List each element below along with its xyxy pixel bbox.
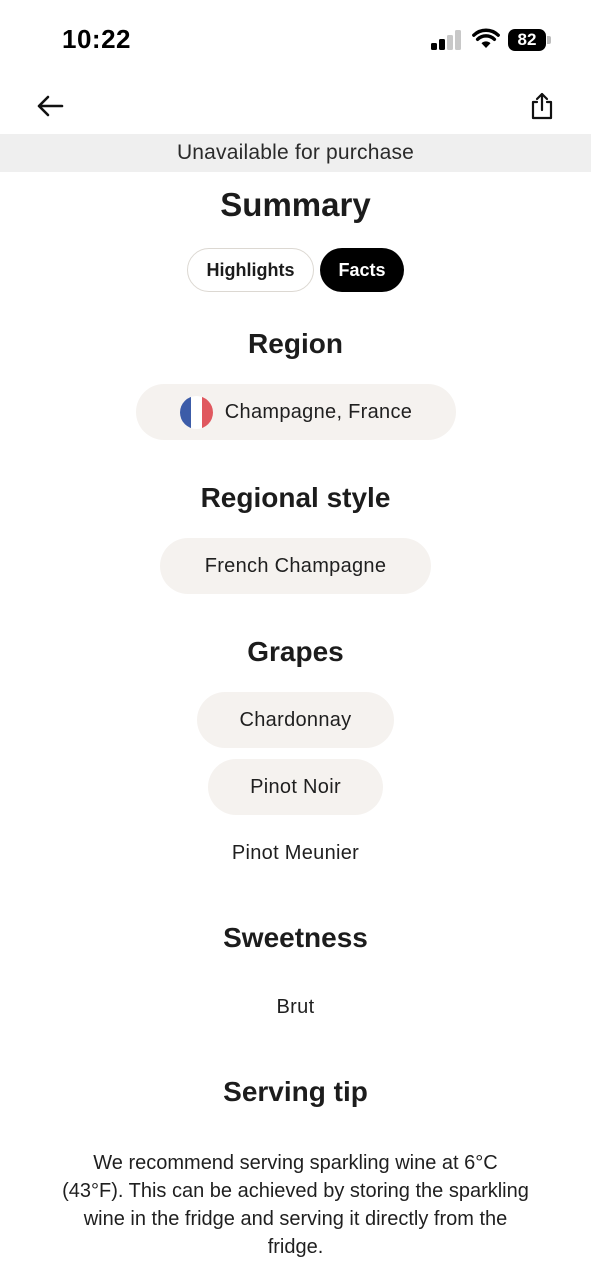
region-pill[interactable]: Champagne, France bbox=[136, 384, 456, 440]
share-button[interactable] bbox=[522, 86, 562, 126]
tab-facts[interactable]: Facts bbox=[320, 248, 404, 292]
summary-tabs: Highlights Facts bbox=[0, 248, 591, 292]
status-bar: 10:22 82 bbox=[0, 0, 591, 78]
region-title: Region bbox=[248, 328, 343, 359]
sweetness-value: Brut bbox=[276, 996, 315, 1018]
regional-style-title: Regional style bbox=[200, 482, 391, 513]
serving-tip-text: We recommend serving sparkling wine at 6… bbox=[62, 1152, 529, 1258]
back-button[interactable] bbox=[30, 88, 70, 124]
battery-level: 82 bbox=[508, 29, 546, 51]
region-value: Champagne, France bbox=[224, 400, 413, 423]
regional-style-pill[interactable]: French Champagne bbox=[160, 538, 431, 594]
status-time: 10:22 bbox=[62, 24, 131, 54]
grape-label: Pinot Noir bbox=[250, 775, 341, 798]
grape-pill-chardonnay[interactable]: Chardonnay bbox=[197, 692, 394, 748]
unavailable-banner: Unavailable for purchase bbox=[0, 134, 591, 172]
grape-pill-pinot-noir[interactable]: Pinot Noir bbox=[208, 759, 383, 815]
wifi-icon bbox=[472, 28, 500, 48]
france-flag-icon bbox=[179, 395, 213, 429]
share-icon bbox=[531, 92, 553, 120]
grape-pinot-meunier: Pinot Meunier bbox=[231, 842, 360, 864]
battery-icon: 82 bbox=[508, 29, 552, 51]
cellular-signal-icon bbox=[431, 30, 463, 50]
wine-facts-screen: 10:22 82 Unavailable for purchase Summar… bbox=[0, 0, 591, 1280]
grapes-title: Grapes bbox=[247, 636, 344, 667]
regional-style-value: French Champagne bbox=[204, 554, 387, 577]
sweetness-title: Sweetness bbox=[223, 922, 368, 953]
tab-highlights[interactable]: Highlights bbox=[187, 248, 314, 292]
grape-label: Chardonnay bbox=[239, 708, 352, 731]
summary-title: Summary bbox=[220, 186, 371, 223]
arrow-left-icon bbox=[37, 95, 64, 117]
serving-tip-title: Serving tip bbox=[223, 1076, 368, 1107]
nav-bar bbox=[0, 78, 591, 134]
